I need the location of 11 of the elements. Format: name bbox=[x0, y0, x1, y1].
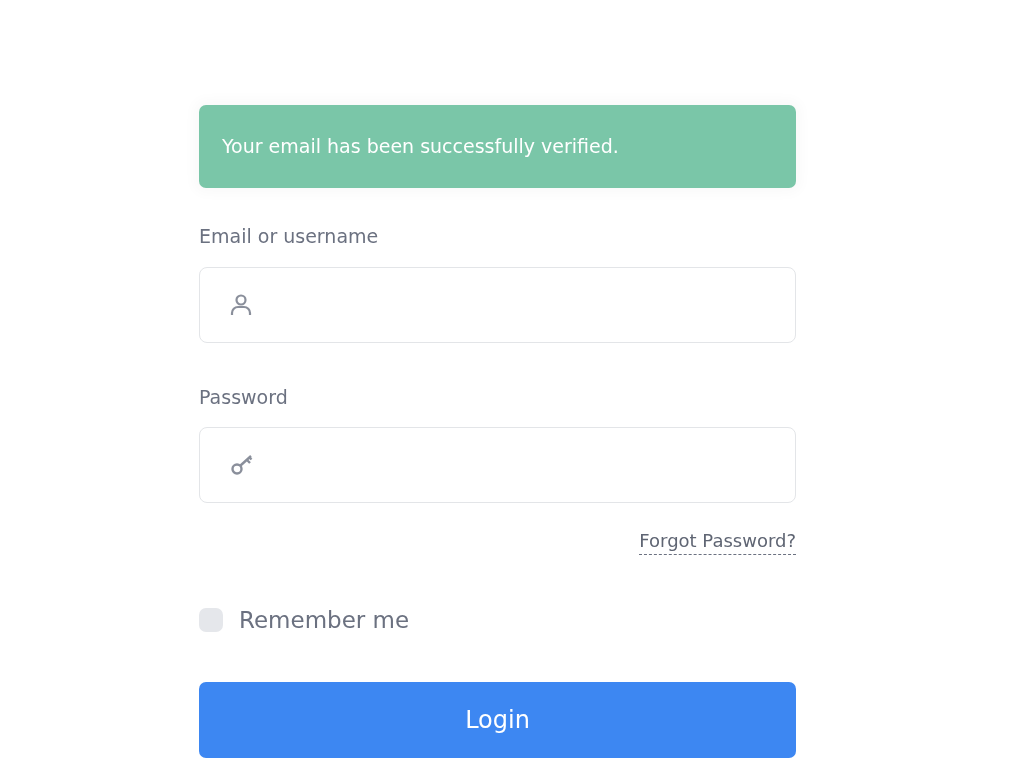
user-icon bbox=[230, 292, 252, 317]
forgot-password-link[interactable]: Forgot Password? bbox=[639, 527, 796, 555]
input-field[interactable] bbox=[199, 266, 796, 343]
remember-label: Remember me bbox=[239, 606, 410, 635]
key-icon bbox=[230, 454, 254, 476]
success-alert: Your email has been successfully verified. bbox=[199, 105, 796, 188]
remember-checkbox[interactable] bbox=[199, 608, 223, 633]
login-button[interactable]: Login bbox=[199, 681, 796, 758]
field-label: Password bbox=[199, 384, 288, 410]
input-field[interactable] bbox=[199, 427, 796, 503]
field-label: Email or username bbox=[199, 224, 379, 249]
